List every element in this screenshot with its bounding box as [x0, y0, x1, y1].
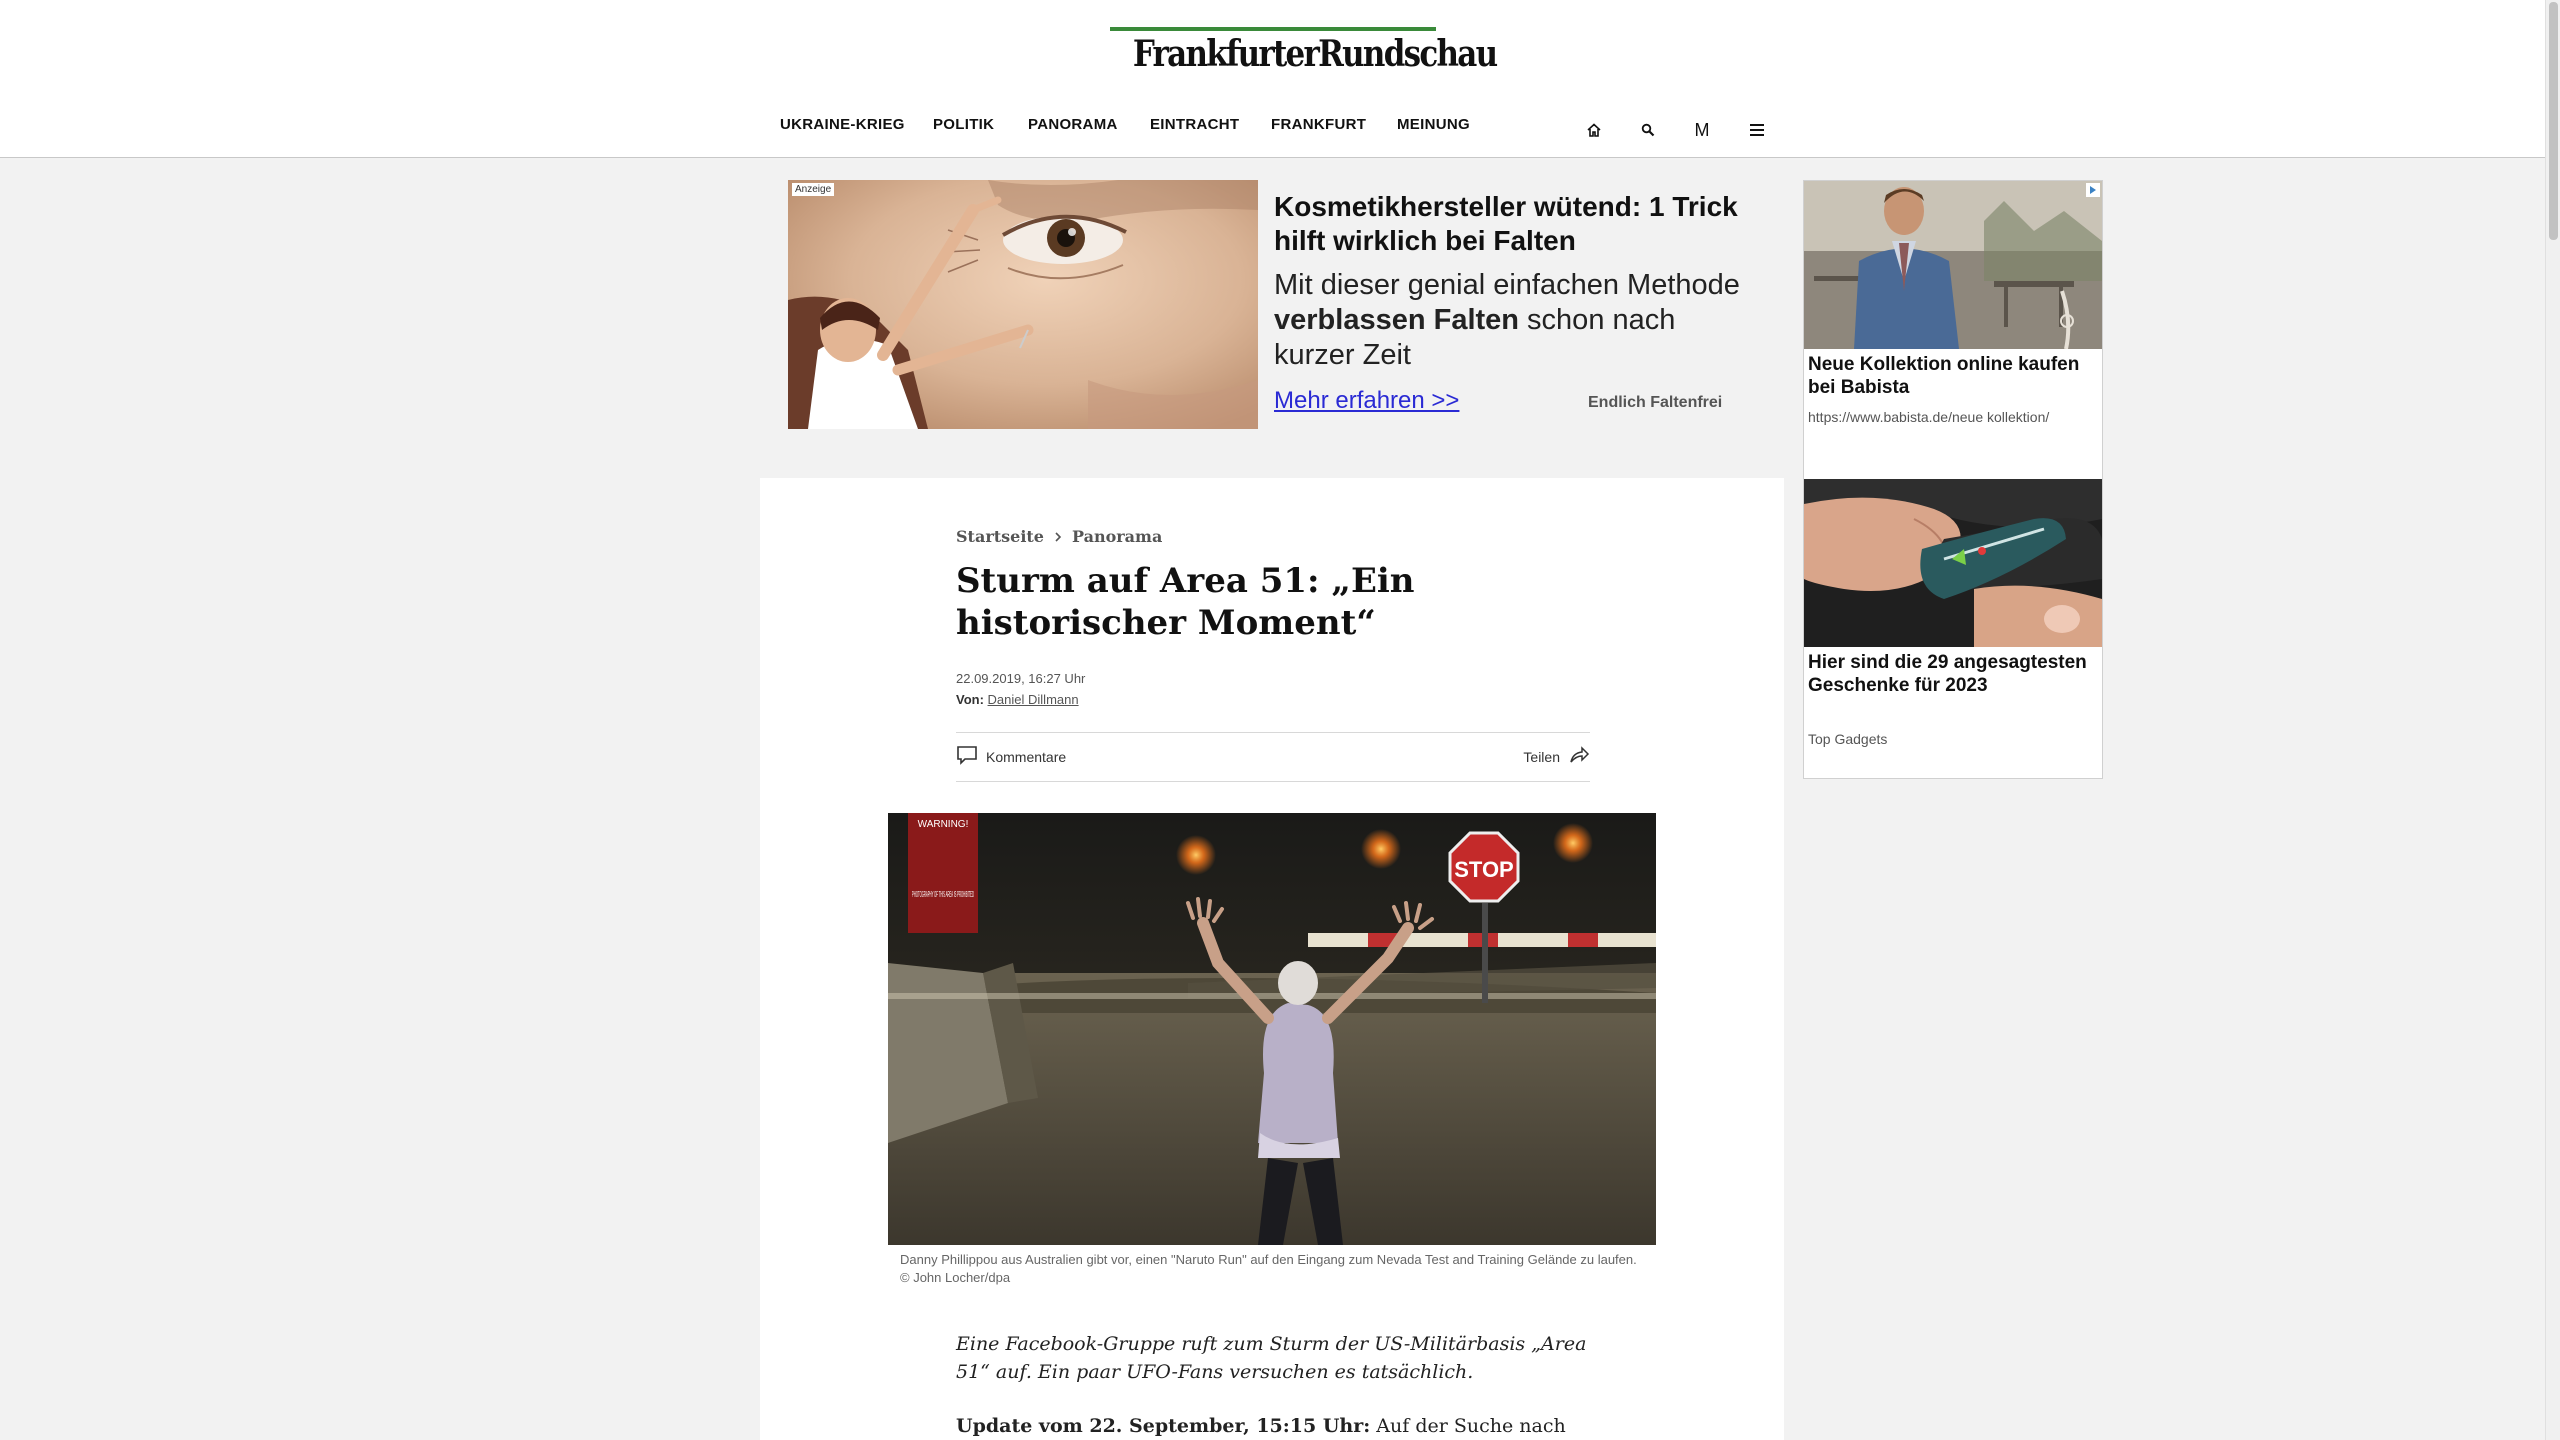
ad-desc-pre: Mit dieser genial einfachen Methode — [1274, 269, 1740, 301]
ad-photo-face[interactable]: Anzeige — [788, 180, 1258, 429]
sidebar-ad-babista[interactable]: Neue Kollektion online kaufen bei Babist… — [1804, 181, 2102, 478]
author-label: Von: — [956, 692, 984, 707]
article-author: Von: Daniel Dillmann — [956, 692, 1079, 707]
ad-headline[interactable]: Kosmetikhersteller wütend: 1 Trick hilft… — [1274, 190, 1744, 258]
comments-button[interactable]: Kommentare — [956, 745, 1066, 768]
sidebar-ad-box: Neue Kollektion online kaufen bei Babist… — [1803, 180, 2103, 779]
nav-item-politik[interactable]: POLITIK — [933, 116, 994, 133]
logo-text[interactable]: FrankfurterRundschau — [1133, 33, 1498, 75]
search-icon[interactable] — [1634, 116, 1662, 144]
caption-text: Danny Phillippou aus Australien gibt vor… — [900, 1252, 1637, 1267]
caption-credit: © John Locher/dpa — [900, 1270, 1011, 1285]
comment-icon — [956, 745, 978, 768]
nav-item-ukraine-krieg[interactable]: UKRAINE-KRIEG — [780, 116, 905, 133]
sidebar-ad-title[interactable]: Neue Kollektion online kaufen bei Babist… — [1808, 353, 2098, 399]
ad-description: Mit dieser genial einfachen Methode verb… — [1274, 268, 1744, 373]
merkliste-icon[interactable]: M — [1688, 116, 1716, 144]
author-link[interactable]: Daniel Dillmann — [988, 692, 1079, 707]
site-header: FrankfurterRundschau UKRAINE-KRIEG POLIT… — [0, 0, 2545, 158]
share-button[interactable]: Teilen — [1523, 745, 1590, 768]
merkliste-glyph: M — [1694, 119, 1710, 140]
article-action-bar: Kommentare Teilen — [956, 732, 1590, 782]
article-card: Startseite Panorama Sturm auf Area 51: „… — [760, 478, 1784, 1440]
sidebar-ad-title[interactable]: Hier sind die 29 angesagtesten Geschenke… — [1808, 651, 2098, 697]
update-text: Auf der Suche nach — [1370, 1415, 1566, 1437]
image-caption: Danny Phillippou aus Australien gibt vor… — [900, 1251, 1660, 1287]
menu-icon[interactable] — [1743, 116, 1771, 144]
nav-item-eintracht[interactable]: EINTRACHT — [1150, 116, 1239, 133]
update-label: Update vom 22. September, 15:15 Uhr: — [956, 1415, 1371, 1437]
breadcrumb-panorama[interactable]: Panorama — [1072, 527, 1162, 546]
article-update-paragraph: Update vom 22. September, 15:15 Uhr: Auf… — [956, 1412, 1596, 1440]
chevron-right-icon — [1054, 527, 1062, 546]
ad-desc-bold: verblassen Falten — [1274, 304, 1519, 336]
ad-brand[interactable]: Endlich Faltenfrei — [1588, 394, 1722, 412]
top-banner-ad[interactable]: Anzeige Kosmetikhersteller wütend: 1 Tri… — [788, 180, 1758, 429]
breadcrumb: Startseite Panorama — [956, 527, 1162, 546]
scrollbar-thumb[interactable] — [2549, 2, 2558, 240]
nav-item-meinung[interactable]: MEINUNG — [1397, 116, 1470, 133]
sidebar-ad-url[interactable]: https://www.babista.de/neue kollektion/ — [1808, 409, 2049, 425]
ad-photo-man[interactable] — [1804, 181, 2102, 349]
sidebar-ad-gadgets[interactable]: Hier sind die 29 angesagtesten Geschenke… — [1804, 479, 2102, 776]
site-logo[interactable]: FrankfurterRundschau — [1110, 27, 1498, 77]
page-scrollbar[interactable] — [2545, 0, 2560, 1440]
stop-sign-text: STOP — [1454, 857, 1514, 882]
ad-cta-link[interactable]: Mehr erfahren >> — [1274, 387, 1459, 415]
ad-label: Anzeige — [792, 183, 835, 196]
nav-item-panorama[interactable]: PANORAMA — [1028, 116, 1118, 133]
article-hero-image[interactable]: WARNING! PHOTOGRAPHY OF THIS AREA IS PRO… — [888, 813, 1656, 1245]
article-teaser: Eine Facebook-Gruppe ruft zum Sturm der … — [956, 1333, 1587, 1383]
sign-warning-text: WARNING! — [918, 819, 969, 830]
article-headline: Sturm auf Area 51: „Ein historischer Mom… — [956, 561, 1415, 643]
breadcrumb-startseite[interactable]: Startseite — [956, 527, 1044, 546]
sidebar-ad-source[interactable]: Top Gadgets — [1808, 731, 1887, 747]
article-date: 22.09.2019, 16:27 Uhr — [956, 671, 1086, 686]
adchoices-icon[interactable] — [2086, 183, 2100, 197]
share-icon — [1568, 745, 1590, 768]
ad-text-block[interactable]: Kosmetikhersteller wütend: 1 Trick hilft… — [1274, 190, 1744, 373]
home-icon[interactable] — [1580, 116, 1608, 144]
comments-label: Kommentare — [986, 748, 1067, 765]
nav-item-frankfurt[interactable]: FRANKFURT — [1271, 116, 1366, 133]
sign-prohibited-text: PHOTOGRAPHY OF THIS AREA IS PROHIBITED — [912, 890, 974, 899]
share-label: Teilen — [1523, 748, 1560, 765]
ad-photo-ring[interactable] — [1804, 479, 2102, 647]
